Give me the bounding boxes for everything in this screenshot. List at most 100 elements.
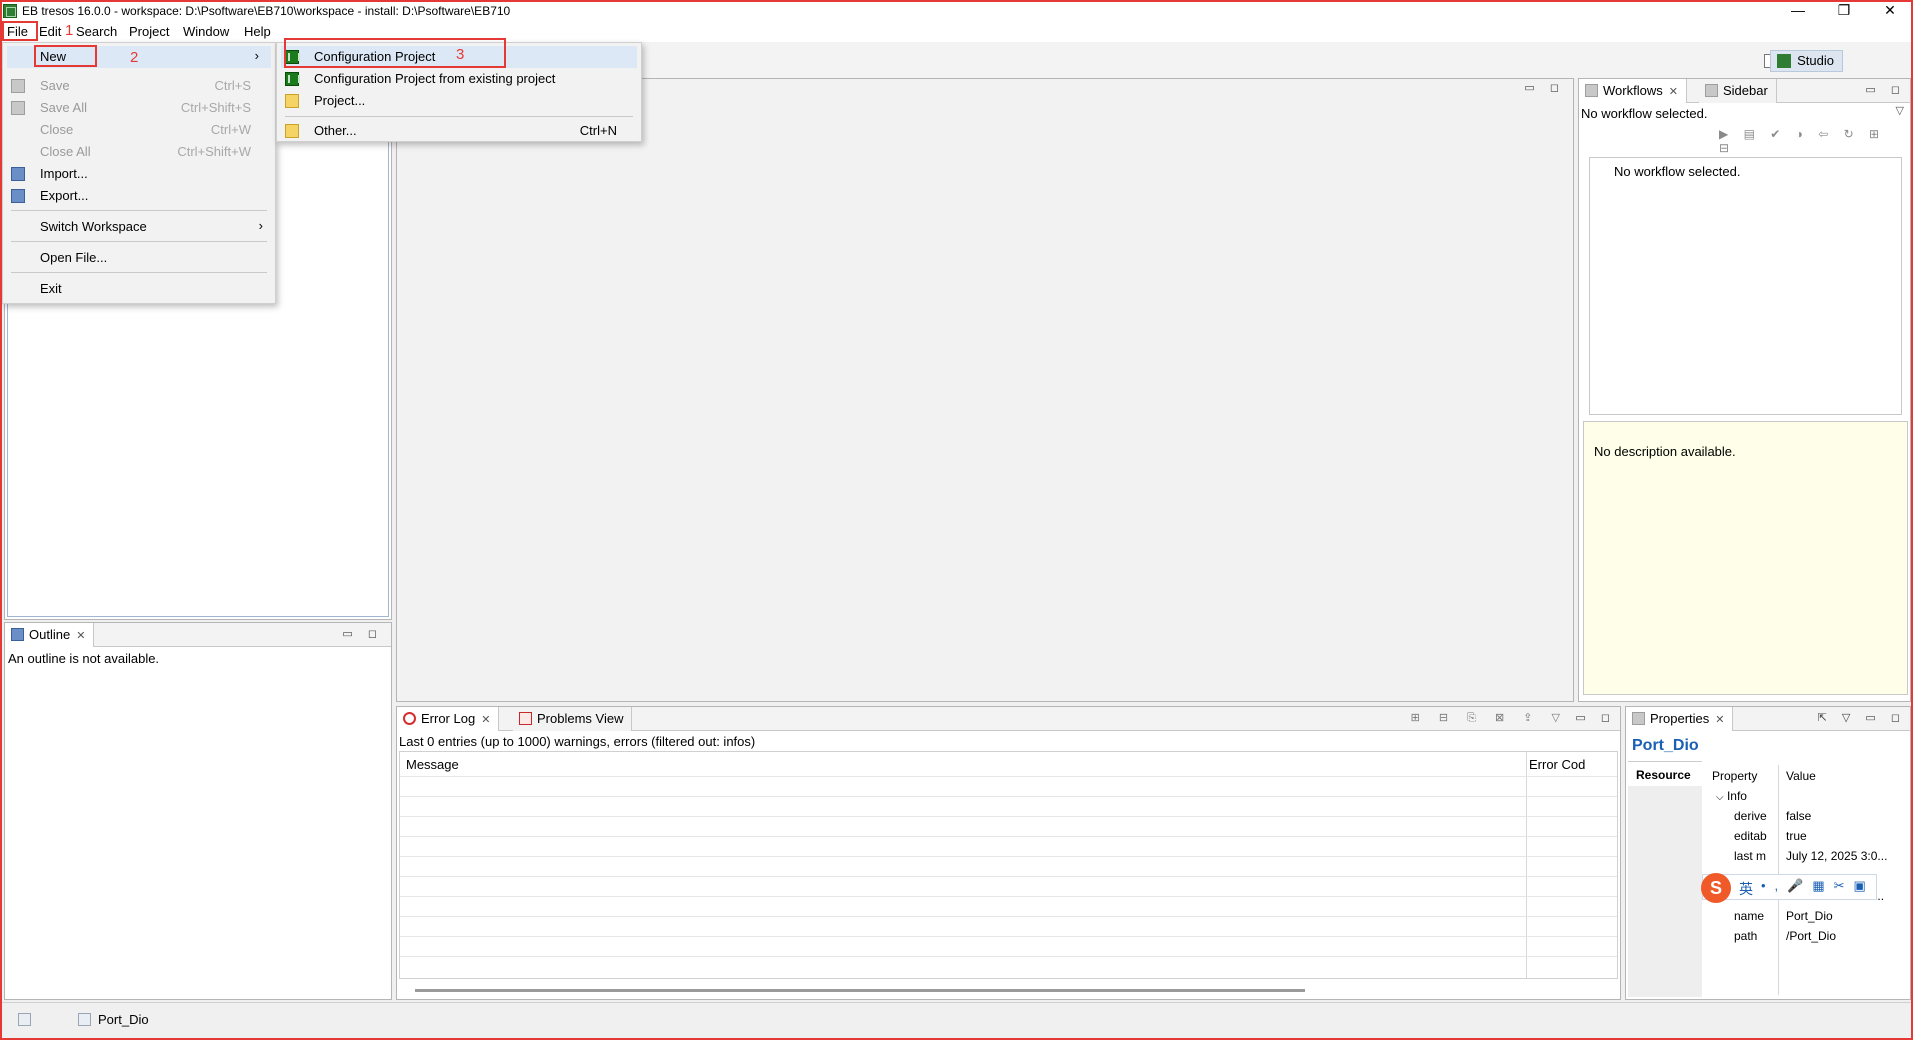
minimize-button[interactable]: —: [1775, 0, 1821, 22]
tab-resource[interactable]: Resource: [1628, 762, 1702, 786]
menu-item-save[interactable]: Save Ctrl+S: [3, 75, 275, 97]
menu-item-close-all[interactable]: Close All Ctrl+Shift+W: [3, 141, 275, 163]
menu-item-label: Import...: [40, 166, 88, 181]
error-log-minmax-icons[interactable]: ▭ ◻: [1575, 711, 1616, 724]
properties-panel: Properties ✕ ⇱ ▽ ▭ ◻ Port_Dio Resource Pr…: [1625, 706, 1911, 1000]
perspective-label: Studio: [1797, 53, 1834, 68]
menu-item-label: Configuration Project from existing proj…: [314, 71, 556, 86]
property-key: editab: [1734, 829, 1767, 843]
menu-item-export[interactable]: Export...: [3, 185, 275, 207]
workflows-tab-label: Workflows: [1603, 83, 1663, 98]
save-all-icon: [11, 101, 25, 115]
error-log-panel: Error Log ✕ Problems View ⊞ ⊟ ⎘ ⊠ ⇪ ▽ ▭ ◻…: [396, 706, 1621, 1000]
menu-item-label: Close All: [40, 144, 91, 159]
workflow-list[interactable]: No workflow selected.: [1589, 157, 1902, 415]
annotation-step-3: 3: [456, 46, 465, 63]
configuration-project-icon: [285, 72, 300, 86]
property-value: /Port_Dio: [1786, 929, 1837, 943]
close-icon[interactable]: ✕: [1715, 714, 1724, 726]
close-icon[interactable]: ✕: [481, 714, 490, 726]
restore-button[interactable]: ❐: [1821, 0, 1867, 22]
menu-item-switch-workspace[interactable]: Switch Workspace ›: [3, 216, 275, 238]
menu-project[interactable]: Project: [129, 24, 169, 39]
menu-edit[interactable]: Edit: [39, 24, 61, 39]
menu-item-open-file[interactable]: Open File...: [3, 247, 275, 269]
editor-minmax-icons[interactable]: ▭ ◻: [1524, 81, 1565, 94]
new-project-icon: [285, 94, 299, 108]
menu-window[interactable]: Window: [183, 24, 229, 39]
menu-help[interactable]: Help: [244, 24, 271, 39]
error-log-toolbar-icons[interactable]: ⊞ ⊟ ⎘ ⊠ ⇪ ▽: [1411, 711, 1568, 725]
chevron-right-icon: ›: [258, 218, 263, 233]
import-icon: [11, 167, 25, 181]
tab-problems-view[interactable]: Problems View: [513, 707, 633, 731]
ime-language-toggle[interactable]: 英: [1739, 879, 1753, 899]
menu-item-configuration-project-from-existing[interactable]: Configuration Project from existing proj…: [277, 68, 641, 90]
property-value: true: [1786, 829, 1807, 843]
close-icon[interactable]: ✕: [1669, 86, 1678, 98]
editor-area: ▭ ◻: [396, 78, 1574, 702]
error-log-tab-label: Error Log: [421, 711, 476, 726]
menu-item-label: Other...: [314, 123, 357, 138]
table-row: [400, 916, 1617, 917]
problems-icon: [519, 712, 532, 725]
sidebar-tab-label: Sidebar: [1723, 83, 1768, 98]
menu-item-other[interactable]: Other... Ctrl+N: [277, 120, 641, 142]
properties-side-tabs: Resource: [1628, 761, 1702, 997]
properties-icon: [1632, 712, 1645, 725]
properties-heading: Port_Dio: [1632, 737, 1699, 754]
minimize-maximize-icons[interactable]: ▭ ◻: [342, 627, 383, 640]
sogou-logo-icon[interactable]: S: [1701, 873, 1731, 903]
close-window-button[interactable]: ✕: [1867, 0, 1913, 22]
ime-toolbar[interactable]: S 英 •,🎤▦✂▣: [1701, 873, 1877, 903]
workflows-icon: [1585, 84, 1598, 97]
chevron-right-icon: ›: [254, 48, 259, 63]
ime-tool-icons[interactable]: •,🎤▦✂▣: [1761, 878, 1875, 894]
menu-item-project[interactable]: Project...: [277, 90, 641, 112]
property-key: last m: [1734, 849, 1767, 863]
property-key: name: [1734, 909, 1765, 923]
property-key: path: [1734, 929, 1758, 943]
perspective-studio-button[interactable]: Studio: [1770, 50, 1843, 72]
other-wizard-icon: [285, 124, 299, 138]
chevron-down-icon[interactable]: ⌵: [1716, 792, 1724, 803]
property-key: derive: [1734, 809, 1767, 823]
tree-node-info[interactable]: ⌵ Info: [1716, 789, 1747, 803]
menu-item-label: Project...: [314, 93, 366, 108]
horizontal-scrollbar[interactable]: [415, 989, 1305, 992]
property-value: false: [1786, 809, 1812, 823]
workflow-description: No description available.: [1583, 421, 1908, 695]
column-property[interactable]: Property: [1712, 769, 1757, 783]
tab-error-log[interactable]: Error Log ✕: [397, 707, 500, 731]
menu-item-save-all[interactable]: Save All Ctrl+Shift+S: [3, 97, 275, 119]
tab-workflows[interactable]: Workflows ✕: [1579, 79, 1687, 103]
annotation-box-file: [2, 21, 38, 41]
menu-item-close[interactable]: Close Ctrl+W: [3, 119, 275, 141]
menu-item-label: Save All: [40, 100, 87, 115]
workflow-toolbar-icons[interactable]: ▶ ▤ ✔ ◑ ⇦ ↻ ⊞ ⊟: [1719, 127, 1909, 155]
fast-view-icon[interactable]: [18, 1013, 31, 1026]
tab-properties[interactable]: Properties ✕: [1626, 707, 1734, 731]
shortcut: Ctrl+Shift+W: [177, 144, 251, 159]
shortcut: Ctrl+W: [210, 122, 251, 137]
menu-item-label: Open File...: [40, 250, 108, 265]
column-value[interactable]: Value: [1786, 769, 1816, 783]
error-log-table[interactable]: Message Error Cod: [399, 751, 1618, 979]
status-bar: Port_Dio: [0, 1002, 1913, 1036]
tab-outline[interactable]: Outline ✕: [5, 623, 95, 647]
error-log-icon: [403, 712, 416, 725]
tab-sidebar[interactable]: Sidebar: [1699, 79, 1777, 103]
menu-item-import[interactable]: Import...: [3, 163, 275, 185]
view-menu-icon[interactable]: ▽: [1896, 104, 1904, 117]
workflows-minmax-icons[interactable]: ▭ ◻: [1865, 83, 1906, 96]
column-message[interactable]: Message: [406, 757, 459, 772]
table-row: [400, 896, 1617, 897]
title-bar: EB tresos 16.0.0 - workspace: D:\Psoftwa…: [0, 0, 1913, 22]
menu-separator: [11, 241, 267, 242]
properties-toolbar-icons[interactable]: ⇱ ▽ ▭ ◻: [1818, 711, 1906, 724]
menu-search[interactable]: Search: [76, 24, 117, 39]
table-row: [400, 796, 1617, 797]
menu-item-exit[interactable]: Exit: [3, 278, 275, 300]
close-icon[interactable]: ✕: [76, 630, 85, 642]
column-error-code[interactable]: Error Cod: [1529, 757, 1617, 772]
